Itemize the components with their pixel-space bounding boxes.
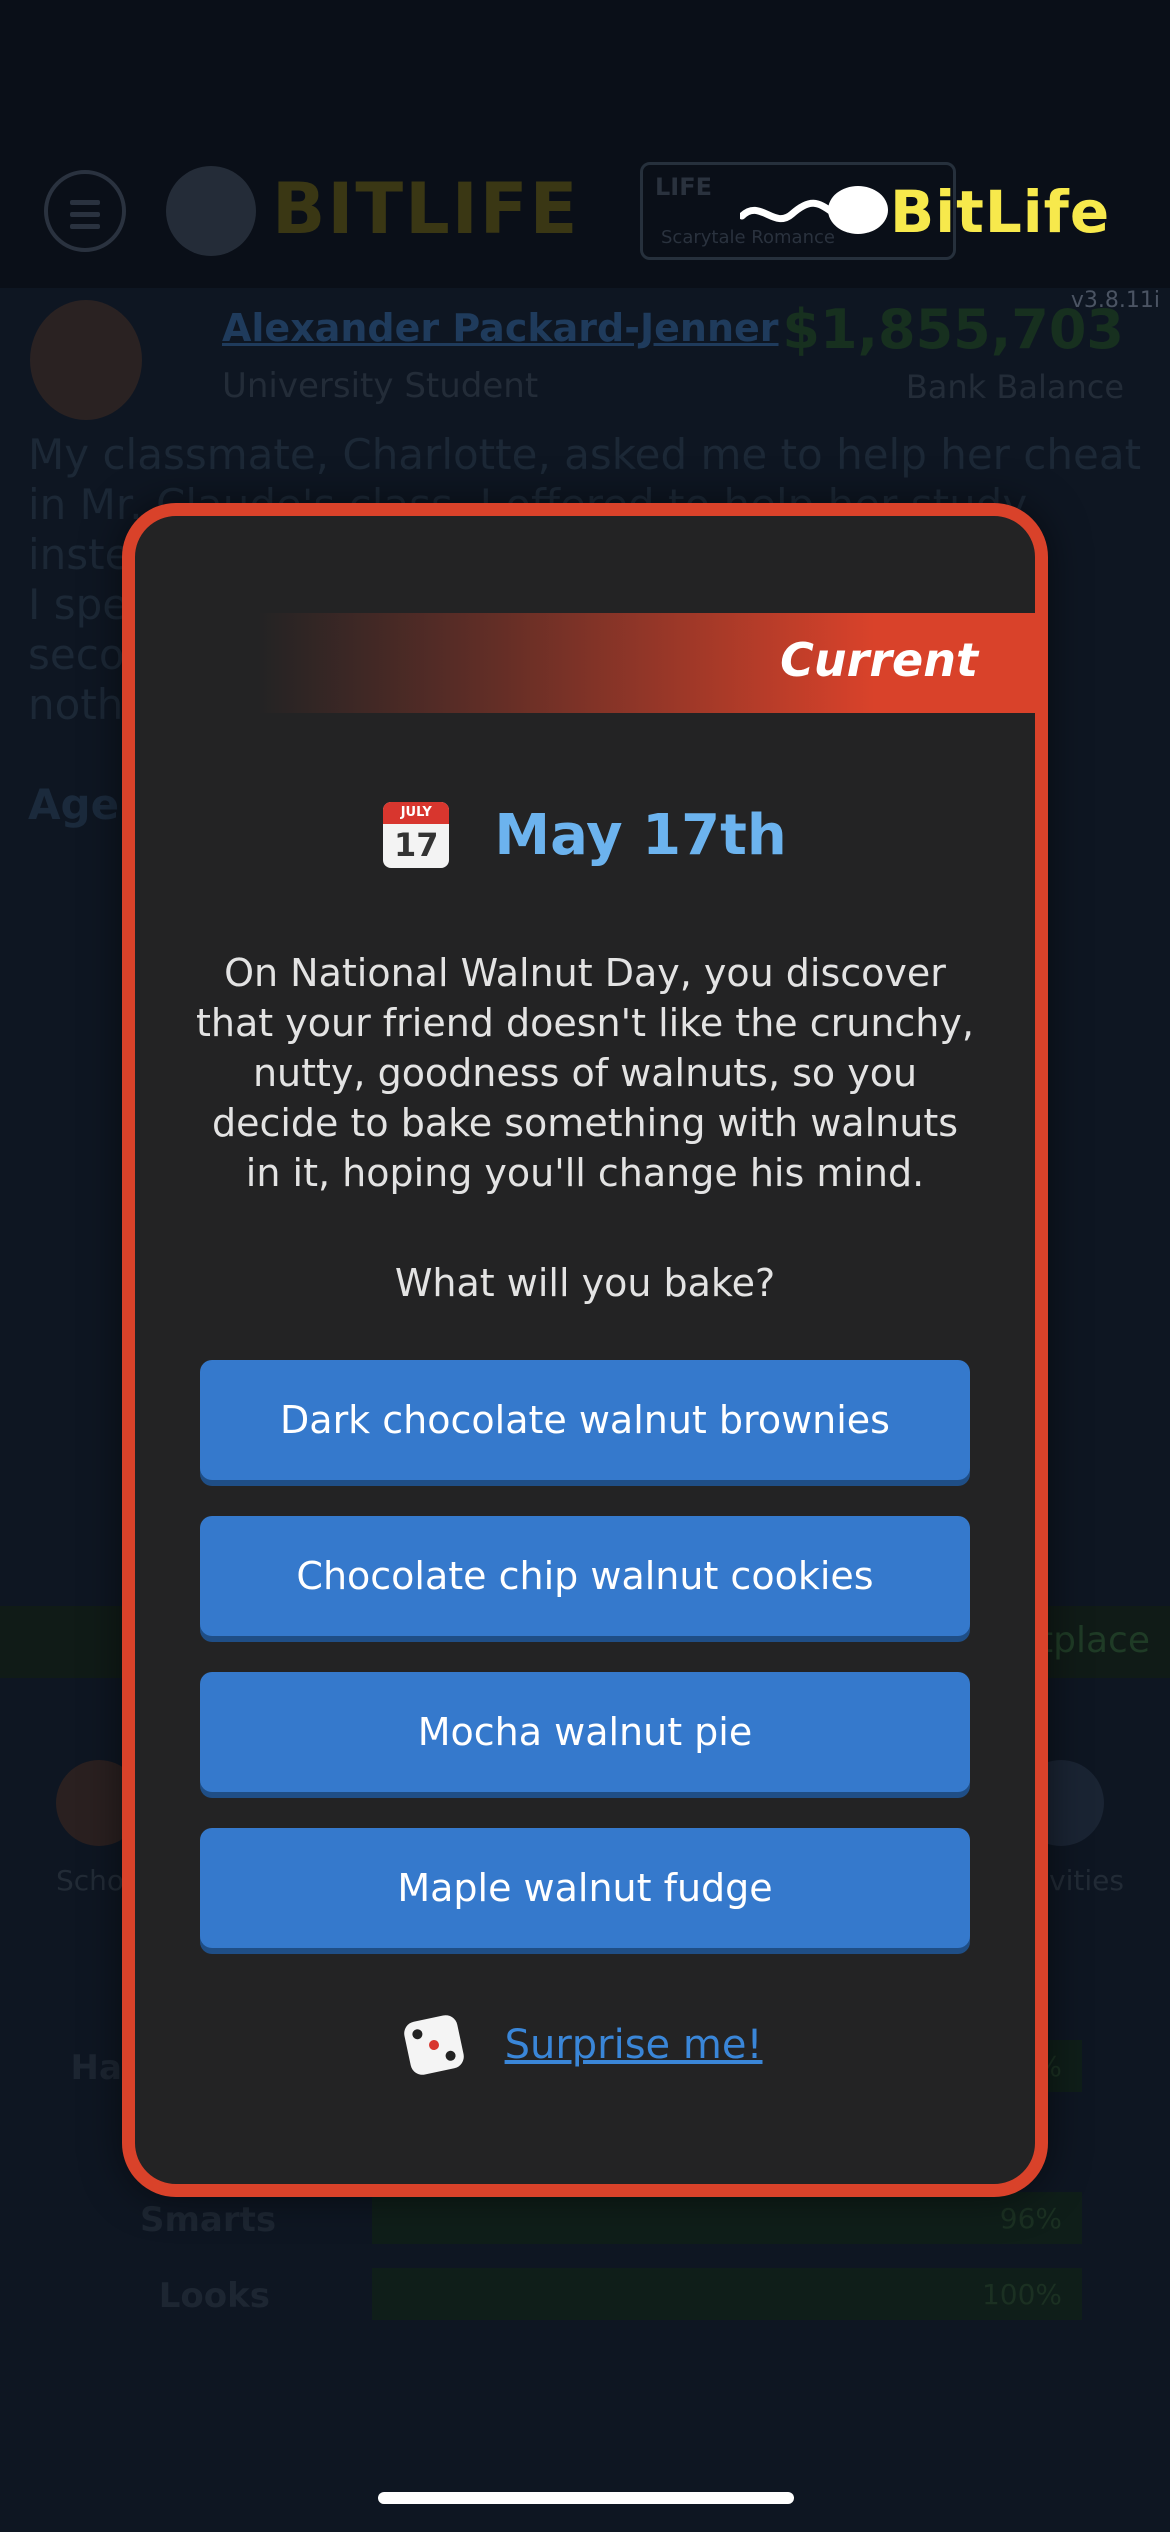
avatar[interactable] xyxy=(30,300,142,420)
character-name[interactable]: Alexander Packard-Jenner xyxy=(222,306,779,350)
option-cookies-button[interactable]: Chocolate chip walnut cookies xyxy=(200,1516,970,1636)
event-modal: Current JULY 17 May 17th On National Wal… xyxy=(122,503,1048,2197)
stat-value: 100% xyxy=(981,2278,1062,2311)
ribbon-label: Current xyxy=(780,633,978,687)
calendar-month: JULY xyxy=(383,802,450,824)
stat-bar: 100% xyxy=(372,2268,1082,2320)
stat-label: Looks xyxy=(158,2276,270,2316)
event-date: May 17th xyxy=(494,802,787,868)
sperm-logo-icon xyxy=(740,186,888,234)
story-line: My classmate, Charlotte, asked me to hel… xyxy=(28,430,1142,479)
option-fudge-button[interactable]: Maple walnut fudge xyxy=(200,1828,970,1948)
stat-row: Smarts 96% xyxy=(0,2192,1170,2252)
calendar-icon: JULY 17 xyxy=(383,802,450,868)
event-description: On National Walnut Day, you discover tha… xyxy=(196,951,974,1195)
stat-value: 96% xyxy=(999,2202,1062,2235)
option-brownies-button[interactable]: Dark chocolate walnut brownies xyxy=(200,1360,970,1480)
current-ribbon: Current xyxy=(258,613,1048,713)
character-occupation: University Student xyxy=(222,366,539,406)
surprise-me-link[interactable]: Surprise me! xyxy=(505,2022,763,2068)
app-header: BITLIFE LIFE Scarytale Romance BitLife xyxy=(0,0,1170,288)
stat-row: Looks 100% xyxy=(0,2268,1170,2328)
stat-label: Smarts xyxy=(140,2200,277,2240)
date-header: JULY 17 May 17th xyxy=(135,802,1035,882)
app-logo-icon xyxy=(166,166,256,256)
brand-name: BitLife xyxy=(890,178,1111,246)
lifepack-title: LIFE xyxy=(655,173,713,201)
surprise-row: Surprise me! xyxy=(135,2012,1035,2088)
event-question: What will you bake? xyxy=(394,1261,776,1305)
menu-button[interactable] xyxy=(44,170,126,252)
stat-bar: 96% xyxy=(372,2192,1082,2244)
option-pie-button[interactable]: Mocha walnut pie xyxy=(200,1672,970,1792)
home-indicator[interactable] xyxy=(378,2492,794,2504)
bank-balance-label: Bank Balance xyxy=(905,368,1124,406)
bank-balance-value: $1,855,703 xyxy=(782,298,1124,361)
calendar-day: 17 xyxy=(394,826,439,864)
app-logo-text: BITLIFE xyxy=(272,168,580,250)
dice-icon xyxy=(402,2012,467,2078)
